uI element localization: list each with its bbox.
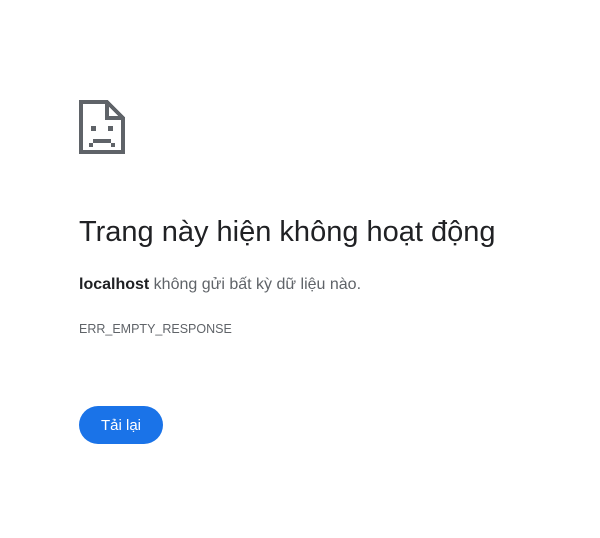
error-page: Trang này hiện không hoạt động localhost… <box>0 0 600 538</box>
error-message: không gửi bất kỳ dữ liệu nào. <box>149 276 362 293</box>
error-headline: Trang này hiện không hoạt động <box>79 216 496 248</box>
error-details: localhost không gửi bất kỳ dữ liệu nào. <box>79 273 361 297</box>
host-name: localhost <box>79 276 150 293</box>
error-code: ERR_EMPTY_RESPONSE <box>79 322 232 336</box>
sad-page-icon <box>79 100 125 154</box>
reload-button[interactable]: Tải lại <box>79 406 163 444</box>
